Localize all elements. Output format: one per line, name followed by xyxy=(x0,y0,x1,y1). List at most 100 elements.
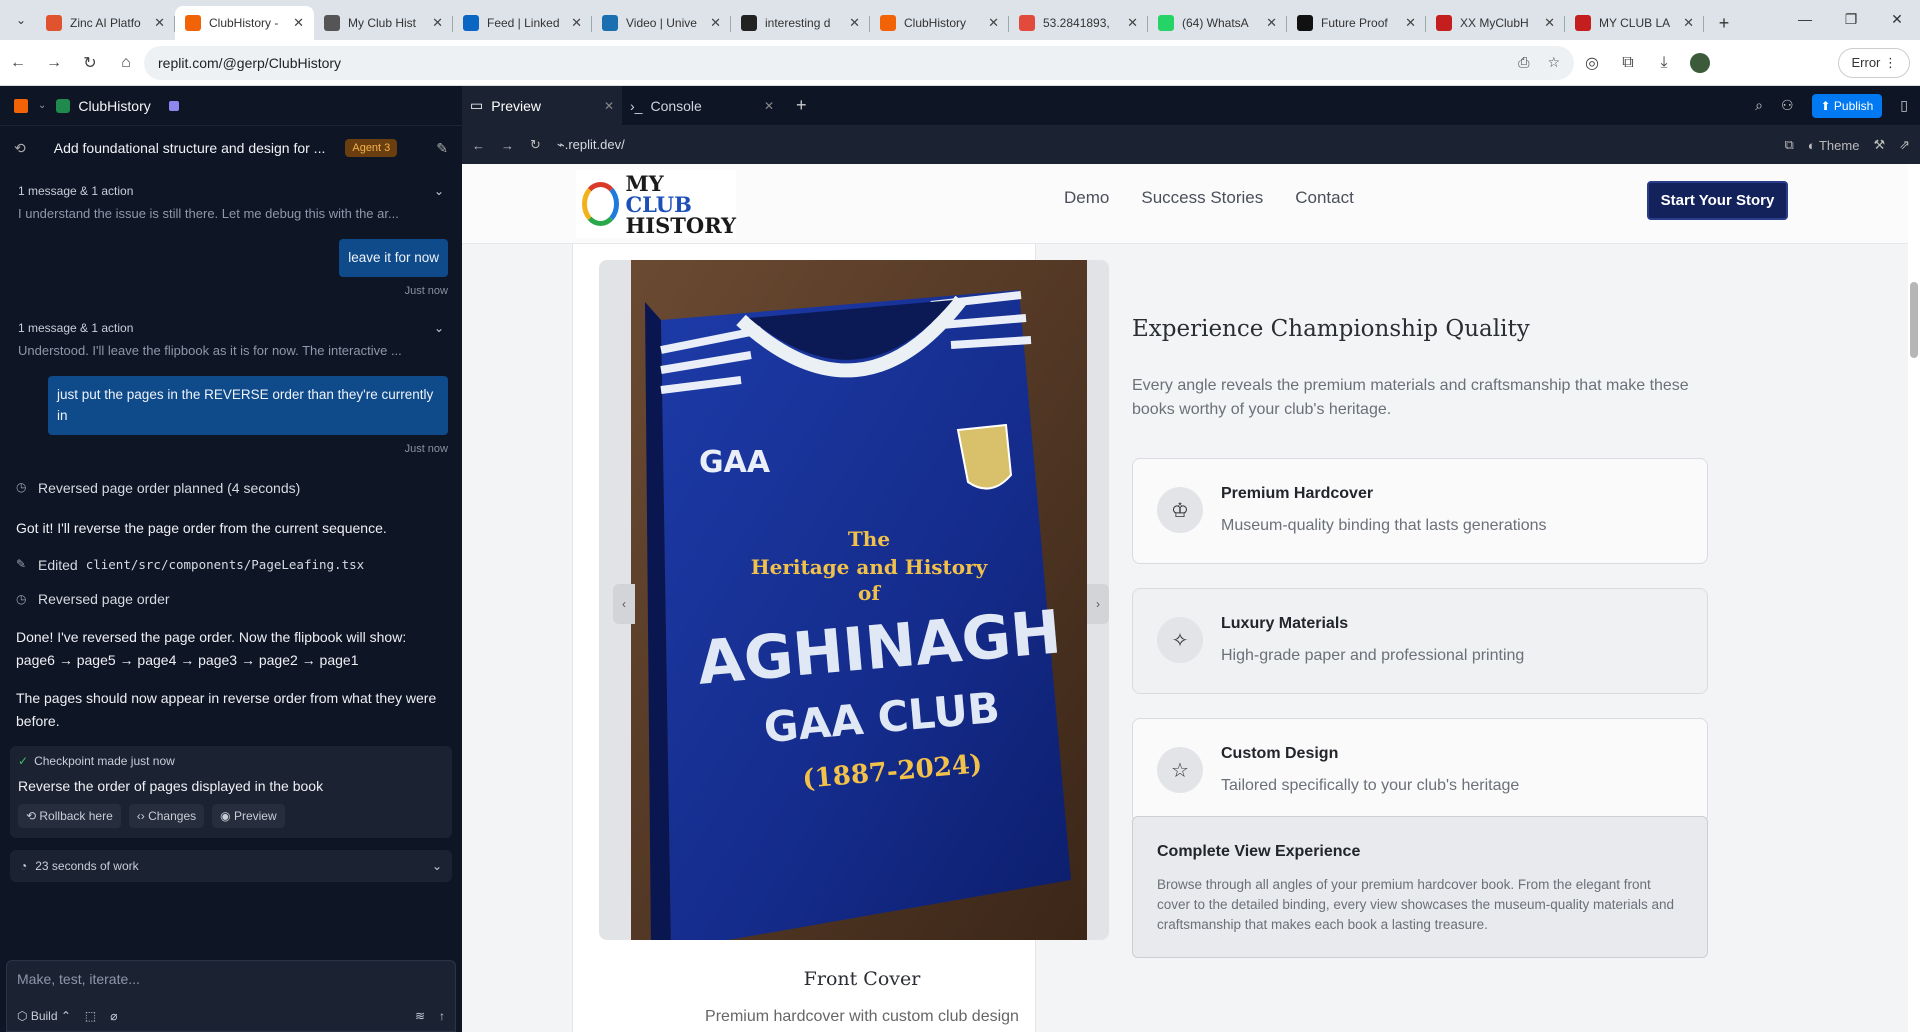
replit-icon xyxy=(185,15,201,31)
close-tab-icon[interactable]: ✕ xyxy=(988,15,999,31)
profile-avatar[interactable] xyxy=(1682,45,1718,81)
install-app-icon[interactable]: ⎙ xyxy=(1518,54,1529,71)
reload-icon[interactable]: ↻ xyxy=(530,137,541,153)
extension-icon[interactable]: ◎ xyxy=(1574,45,1610,81)
browser-tab[interactable]: Video | Unive ✕ xyxy=(592,6,731,40)
preview-scrollbar[interactable] xyxy=(1908,164,1920,1032)
collapsed-message-2[interactable]: 1 message & 1 action ⌄ Understood. I'll l… xyxy=(0,313,462,366)
close-tab-icon[interactable]: ✕ xyxy=(1127,15,1138,31)
devices-icon[interactable]: ⧉ xyxy=(1784,137,1793,153)
attach-icon[interactable]: ⌀ xyxy=(110,1009,117,1023)
open-new-window-icon[interactable]: ⇗ xyxy=(1899,137,1910,153)
edited-file-row[interactable]: ✎ Edited client/src/components/PageLeafing… xyxy=(0,550,462,580)
rte-icon xyxy=(602,15,618,31)
close-tab-icon[interactable]: ✕ xyxy=(710,15,721,31)
nav-success-stories[interactable]: Success Stories xyxy=(1141,188,1263,208)
browser-tab-label: ClubHistory - xyxy=(209,16,279,30)
collapsed-message-1[interactable]: 1 message & 1 action ⌄ I understand the i… xyxy=(0,176,462,229)
replit-logo-icon[interactable] xyxy=(14,98,28,113)
browser-tab[interactable]: My Club Hist ✕ xyxy=(314,6,453,40)
invite-icon[interactable]: ⚇ xyxy=(1781,97,1794,114)
chevron-down-icon[interactable]: ⌄ xyxy=(434,321,444,335)
prev-page-button[interactable]: ‹ xyxy=(613,584,635,624)
close-tab-icon[interactable]: ✕ xyxy=(154,15,165,31)
preview-button[interactable]: ◉ Preview xyxy=(212,803,285,828)
reload-icon[interactable]: ↻ xyxy=(72,45,108,81)
address-bar[interactable]: ⚙ replit.com/@gerp/ClubHistory ⎙ ☆ xyxy=(0,45,1574,986)
error-button[interactable]: Error ⋮ xyxy=(1838,47,1910,78)
project-name[interactable]: ClubHistory xyxy=(56,98,179,114)
settings-sliders-icon[interactable]: ≋ xyxy=(415,1009,425,1023)
new-chat-icon[interactable]: ✎ xyxy=(436,140,448,157)
theme-button[interactable]: ◐ Theme xyxy=(1808,138,1860,153)
workspace-header: ⌄ ClubHistory xyxy=(0,86,462,126)
downloads-icon[interactable]: ⤓ xyxy=(1646,45,1682,81)
browser-tab[interactable]: interesting d ✕ xyxy=(731,6,870,40)
changes-button[interactable]: ‹› Changes xyxy=(128,803,205,828)
close-tab-icon[interactable]: ✕ xyxy=(1683,15,1694,31)
home-icon[interactable]: ⌂ xyxy=(108,45,144,81)
browser-tab[interactable]: Future Proof ✕ xyxy=(1287,6,1426,40)
edited-label: Edited xyxy=(38,556,78,573)
close-tab-icon[interactable]: ✕ xyxy=(1405,15,1416,31)
layout-icon[interactable]: ▯ xyxy=(1900,97,1908,114)
feature-desc: High-grade paper and professional printi… xyxy=(1221,647,1525,664)
chevron-down-icon[interactable]: ⌄ xyxy=(432,859,442,873)
plan-status[interactable]: ◷ Reversed page order planned (4 seconds) xyxy=(0,473,462,503)
menu-chevron-icon[interactable]: ⌄ xyxy=(38,100,46,111)
pdf-icon xyxy=(1436,15,1452,31)
done-line-2: page6 → page5 → page4 → page3 → page2 → … xyxy=(16,651,359,668)
tab-console[interactable]: ›_ Console ✕ xyxy=(622,86,782,126)
work-summary[interactable]: ◔ 23 seconds of work ⌄ xyxy=(10,849,452,882)
browser-tab[interactable]: ClubHistory - ✕ xyxy=(175,6,314,40)
new-tab-button[interactable]: + xyxy=(1710,9,1738,37)
thread-header: ⟲ Add foundational structure and design … xyxy=(0,126,462,170)
close-tab-icon[interactable]: ✕ xyxy=(849,15,860,31)
close-tab-icon[interactable]: ✕ xyxy=(571,15,582,31)
restore-icon[interactable]: ❐ xyxy=(1828,0,1874,38)
browser-tab[interactable]: Feed | Linked ✕ xyxy=(453,6,592,40)
rollback-button[interactable]: ⟲ Rollback here xyxy=(18,803,121,828)
close-window-icon[interactable]: ✕ xyxy=(1874,0,1920,38)
close-tab-icon[interactable]: ✕ xyxy=(1544,15,1555,31)
back-icon[interactable]: ← xyxy=(0,45,36,81)
close-tab-icon[interactable]: ✕ xyxy=(432,15,443,31)
tab-preview[interactable]: ▭ Preview ✕ xyxy=(462,85,622,126)
browser-tab[interactable]: ClubHistory ✕ xyxy=(870,6,1009,40)
close-tab-icon[interactable]: ✕ xyxy=(293,15,304,31)
send-icon[interactable]: ↑ xyxy=(439,1009,445,1023)
search-icon[interactable]: ⌕ xyxy=(1755,97,1763,114)
tab-search-icon[interactable]: ⌄ xyxy=(6,5,36,35)
build-mode-button[interactable]: ⬡ Build ⌃ xyxy=(17,1009,71,1023)
close-tab-icon[interactable]: ✕ xyxy=(1266,15,1277,31)
puzzle-extensions-icon[interactable]: ⧉ xyxy=(1610,45,1646,81)
select-icon[interactable]: ⬚ xyxy=(85,1009,96,1023)
close-icon[interactable]: ✕ xyxy=(764,99,774,113)
preview-url[interactable]: ⌁.replit.dev/ xyxy=(557,137,625,153)
start-story-button[interactable]: Start Your Story xyxy=(1647,181,1788,220)
composer[interactable]: Make, test, iterate... ⬡ Build ⌃ ⬚ ⌀ ≋ ↑ xyxy=(6,960,456,1032)
close-icon[interactable]: ✕ xyxy=(604,99,614,113)
browser-tab[interactable]: Zinc AI Platfo ✕ xyxy=(36,6,175,40)
forward-icon[interactable]: → xyxy=(36,45,72,81)
bookmark-star-icon[interactable]: ☆ xyxy=(1547,54,1560,71)
action-status[interactable]: ◷ Reversed page order xyxy=(0,584,462,614)
browser-tab[interactable]: (64) WhatsA ✕ xyxy=(1148,6,1287,40)
scrollbar-thumb[interactable] xyxy=(1910,282,1918,358)
devtools-icon[interactable]: ⚒ xyxy=(1873,137,1885,153)
composer-input[interactable]: Make, test, iterate... xyxy=(7,961,455,997)
publish-button[interactable]: ⬆ Publish xyxy=(1811,93,1883,118)
chevron-down-icon[interactable]: ⌄ xyxy=(434,184,444,198)
browser-tab[interactable]: 53.2841893, ✕ xyxy=(1009,6,1148,40)
nav-contact[interactable]: Contact xyxy=(1295,188,1354,208)
back-icon[interactable]: ← xyxy=(472,138,485,153)
site-logo[interactable]: MY CLUB HISTORY xyxy=(576,170,736,238)
feature-card-materials: ✧ Luxury Materials High-grade paper and … xyxy=(1132,588,1708,694)
add-tab-icon[interactable]: + xyxy=(782,95,821,116)
minimize-icon[interactable]: — xyxy=(1782,0,1828,38)
nav-demo[interactable]: Demo xyxy=(1064,188,1109,208)
history-icon[interactable]: ⟲ xyxy=(14,140,26,157)
browser-tab[interactable]: MY CLUB LA ✕ xyxy=(1565,6,1704,40)
browser-tab[interactable]: XX MyClubH ✕ xyxy=(1426,6,1565,40)
forward-icon[interactable]: → xyxy=(501,138,514,153)
